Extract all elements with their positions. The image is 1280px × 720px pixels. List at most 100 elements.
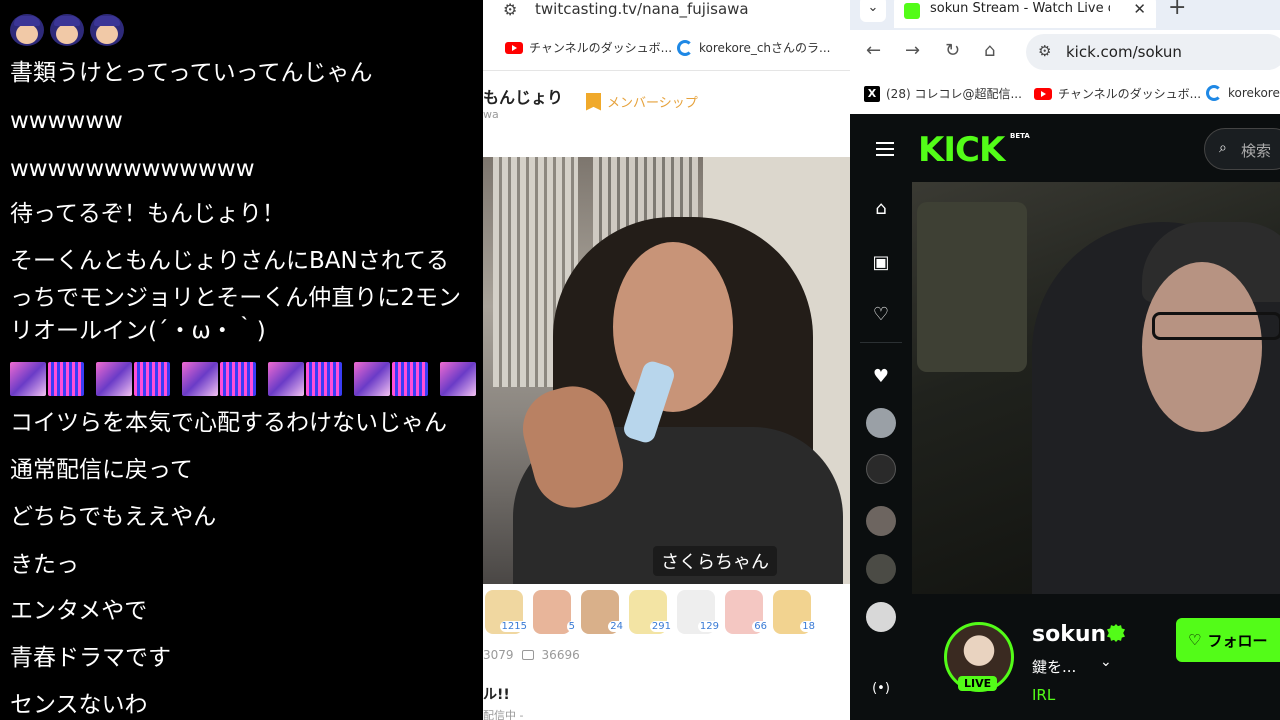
streamer-username[interactable]: sokun bbox=[1032, 622, 1106, 647]
anime-emote-icon bbox=[96, 362, 132, 396]
chat-message: エンタメやで bbox=[10, 598, 148, 624]
desktop: 書類うけとってっていってんじゃん wwwwww wwwwwwwwwwwww 待っ… bbox=[0, 0, 1280, 720]
stream-title: 鍵を... bbox=[1032, 658, 1077, 676]
beta-label: BETA bbox=[1010, 132, 1030, 140]
heart-icon[interactable]: ♥ bbox=[870, 366, 892, 388]
video-caption: さくらちゃん bbox=[653, 546, 777, 576]
chat-message: っちでモンジョリとそーくん仲直りに2モン bbox=[10, 285, 461, 311]
home-icon[interactable]: ⌂ bbox=[984, 40, 995, 61]
youtube-icon bbox=[1034, 87, 1052, 100]
chat-message: wwwwwwwwwwwww bbox=[10, 156, 255, 182]
anime-emote-icon bbox=[354, 362, 390, 396]
youtube-icon bbox=[505, 41, 523, 54]
gift-item[interactable]: 18 bbox=[773, 590, 817, 634]
close-icon[interactable]: ✕ bbox=[1133, 0, 1146, 18]
twitcasting-window: ⚙ twitcasting.tv/nana_fujisawa チャンネルのダッシ… bbox=[483, 0, 850, 720]
follow-button[interactable]: ♡ フォロー bbox=[1176, 618, 1280, 662]
bookmark-korekore[interactable]: korekore bbox=[1206, 85, 1280, 101]
followed-channel-avatar[interactable] bbox=[866, 554, 896, 584]
emote-row bbox=[10, 362, 476, 396]
followed-channel-avatar[interactable] bbox=[866, 408, 896, 438]
kick-logo[interactable]: KICK bbox=[918, 130, 1005, 170]
divider bbox=[860, 342, 902, 343]
follow-label: フォロー bbox=[1207, 631, 1268, 650]
chat-message: センスないわ bbox=[10, 692, 148, 718]
followed-channel-avatar[interactable] bbox=[866, 454, 896, 484]
stream-status: 配信中 - bbox=[483, 709, 524, 720]
stream-category[interactable]: IRL bbox=[1032, 686, 1055, 704]
bookmarks-bar: チャンネルのダッシュボ... korekore_chさんのラ... bbox=[483, 36, 850, 62]
tab-strip: ⌄ sokun Stream - Watch Live on K ✕ + bbox=[850, 0, 1280, 30]
search-input[interactable]: ⌕ 検索 bbox=[1204, 128, 1280, 170]
kick-page: KICK BETA ⌕ 検索 ⌂ ▣ ♡ ♥ (•) LIVE sokun 鍵を… bbox=[850, 116, 1280, 720]
kick-window: ⌄ sokun Stream - Watch Live on K ✕ + ← →… bbox=[850, 0, 1280, 720]
gift-item[interactable]: 291 bbox=[629, 590, 673, 634]
heart-icon: ♡ bbox=[1188, 631, 1202, 649]
chat-message: 書類うけとってっていってんじゃん bbox=[10, 60, 373, 86]
tab-title: sokun Stream - Watch Live on K bbox=[930, 1, 1110, 16]
bookmark-x-profile[interactable]: X (28) コレコレ@超配信... bbox=[864, 85, 1022, 102]
channel-name[interactable]: もんじょり bbox=[483, 84, 563, 108]
x-logo-icon: X bbox=[864, 85, 880, 102]
chat-message: きたっ bbox=[10, 552, 79, 578]
bookmark-korekore[interactable]: korekore_chさんのラ... bbox=[677, 39, 830, 56]
followed-channel-avatar[interactable] bbox=[866, 602, 896, 632]
gift-item[interactable]: 1215 bbox=[485, 590, 529, 634]
site-settings-icon[interactable]: ⚙ bbox=[1038, 42, 1051, 60]
tab-search-chevron-icon[interactable]: ⌄ bbox=[860, 0, 886, 22]
gift-item[interactable]: 5 bbox=[533, 590, 577, 634]
back-arrow-icon[interactable]: ← bbox=[866, 40, 881, 61]
character-emoji-icon bbox=[90, 14, 124, 46]
chat-message: どちらでもええやん bbox=[10, 504, 217, 530]
chat-message: コイツらを本気で心配するわけないじゃん bbox=[10, 410, 447, 436]
bookmark-label: チャンネルのダッシュボ... bbox=[1058, 87, 1202, 101]
menu-icon[interactable] bbox=[876, 142, 894, 156]
broadcast-icon[interactable]: (•) bbox=[870, 678, 892, 700]
equalizer-emote-icon bbox=[134, 362, 170, 396]
address-bar[interactable]: ⚙ kick.com/sokun bbox=[1026, 34, 1280, 70]
site-settings-icon[interactable]: ⚙ bbox=[503, 0, 517, 19]
following-heart-icon[interactable]: ♡ bbox=[870, 304, 892, 326]
bookmark-label: (28) コレコレ@超配信... bbox=[886, 87, 1022, 101]
bookmarks-bar: X (28) コレコレ@超配信... チャンネルのダッシュボ... koreko… bbox=[850, 74, 1280, 114]
live-stream-icon bbox=[1206, 85, 1222, 101]
browser-tab[interactable]: sokun Stream - Watch Live on K ✕ bbox=[894, 0, 1156, 28]
stream-stats: 3079 36696 bbox=[483, 648, 580, 662]
bookmark-youtube-dashboard[interactable]: チャンネルのダッシュボ... bbox=[505, 39, 672, 56]
streamer-face bbox=[1142, 262, 1262, 432]
gift-count: 18 bbox=[800, 621, 817, 632]
chat-message: 待ってるぞ！もんじょり！ bbox=[10, 201, 285, 227]
forward-arrow-icon[interactable]: → bbox=[905, 40, 920, 61]
chat-panel: 書類うけとってっていってんじゃん wwwwww wwwwwwwwwwwww 待っ… bbox=[0, 0, 483, 720]
address-bar[interactable]: ⚙ twitcasting.tv/nana_fujisawa bbox=[483, 0, 850, 28]
chevron-down-icon[interactable]: ⌄ bbox=[1100, 654, 1112, 670]
kick-video-player[interactable] bbox=[912, 182, 1280, 594]
gift-row: 1215 5 24 291 129 66 18 bbox=[483, 590, 850, 642]
reload-icon[interactable]: ↻ bbox=[945, 40, 960, 61]
new-tab-plus-icon[interactable]: + bbox=[1168, 0, 1186, 20]
chat-message: 青春ドラマです bbox=[10, 645, 171, 671]
gift-count: 129 bbox=[697, 621, 721, 632]
divider bbox=[483, 70, 850, 71]
verified-badge-icon bbox=[1107, 624, 1125, 642]
browse-icon[interactable]: ▣ bbox=[870, 252, 892, 274]
bookmark-youtube-dashboard[interactable]: チャンネルのダッシュボ... bbox=[1034, 85, 1201, 102]
gift-item[interactable]: 24 bbox=[581, 590, 625, 634]
equalizer-emote-icon bbox=[220, 362, 256, 396]
bookmark-label: korekore_chさんのラ... bbox=[699, 41, 831, 55]
equalizer-emote-icon bbox=[392, 362, 428, 396]
membership-link[interactable]: メンバーシップ bbox=[586, 92, 698, 111]
browser-toolbar: ← → ↻ ⌂ ⚙ kick.com/sokun bbox=[850, 30, 1280, 74]
bookmark-ribbon-icon bbox=[586, 92, 601, 111]
character-emoji-icon bbox=[50, 14, 84, 46]
gift-item[interactable]: 129 bbox=[677, 590, 721, 634]
url-text[interactable]: twitcasting.tv/nana_fujisawa bbox=[535, 0, 749, 18]
anime-emote-icon bbox=[440, 362, 476, 396]
gift-item[interactable]: 66 bbox=[725, 590, 769, 634]
live-badge: LIVE bbox=[958, 676, 998, 691]
twitcasting-video[interactable]: さくらちゃん bbox=[483, 157, 850, 584]
followed-channel-avatar[interactable] bbox=[866, 506, 896, 536]
home-icon[interactable]: ⌂ bbox=[870, 198, 892, 220]
url-text[interactable]: kick.com/sokun bbox=[1066, 43, 1182, 61]
stream-title: ル!! bbox=[483, 687, 510, 703]
